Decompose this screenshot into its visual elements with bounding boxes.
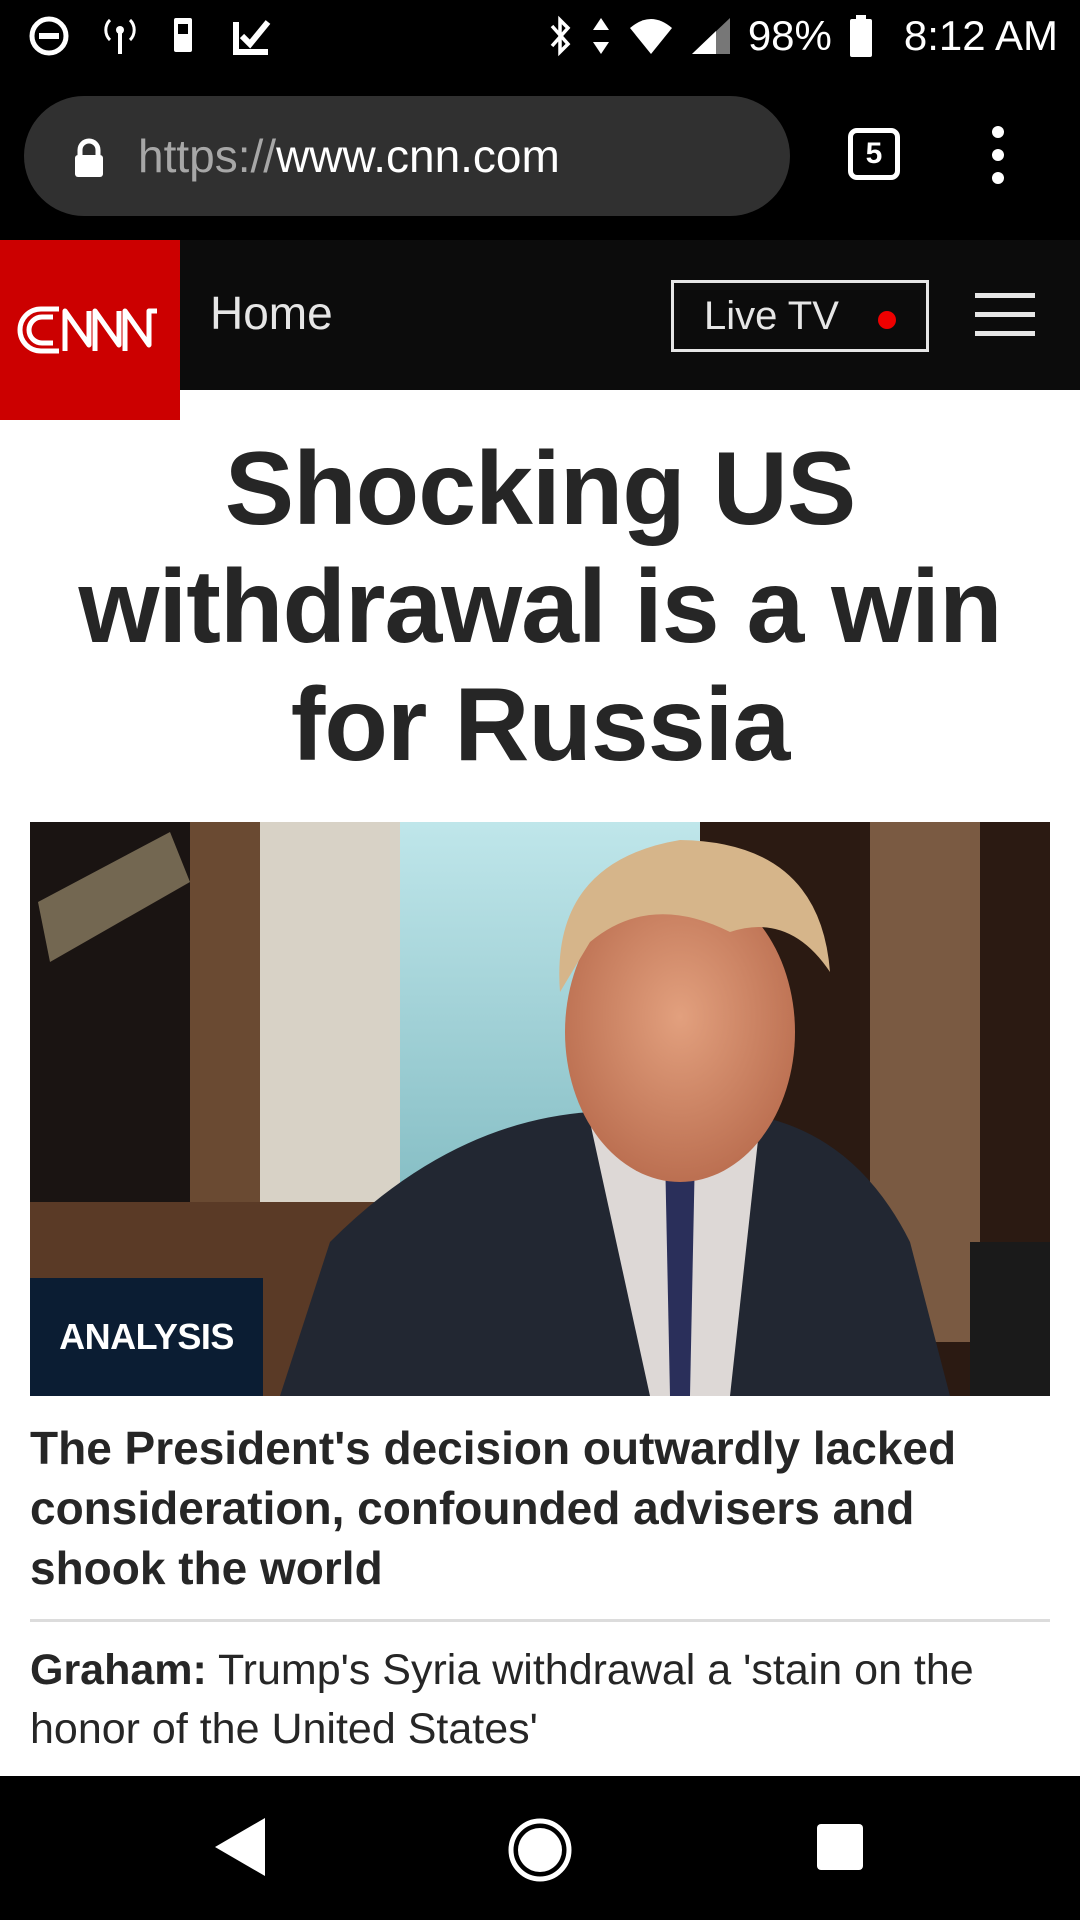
- cnn-logo[interactable]: [0, 240, 180, 420]
- lock-icon: [72, 138, 106, 183]
- address-bar[interactable]: https://www.cnn.com: [24, 96, 790, 216]
- sim-icon: [170, 16, 200, 56]
- related-story-link[interactable]: Graham: Trump's Syria withdrawal a 'stai…: [30, 1641, 1040, 1759]
- url-host: www.cnn.com: [276, 130, 560, 182]
- hamburger-menu-icon[interactable]: [975, 293, 1035, 337]
- analysis-badge: ANALYSIS: [30, 1278, 263, 1396]
- live-tv-label: Live TV: [704, 293, 839, 338]
- url-scheme: https://: [138, 130, 277, 182]
- cnn-logo-icon: [17, 306, 157, 354]
- divider: [30, 1619, 1050, 1622]
- battery-level: 98%: [747, 12, 832, 59]
- browser-toolbar: https://www.cnn.com 5: [0, 72, 1080, 240]
- overflow-menu-icon[interactable]: [986, 126, 1010, 186]
- recents-icon[interactable]: [817, 1824, 863, 1870]
- section-title[interactable]: Home: [210, 286, 333, 340]
- home-icon[interactable]: [506, 1816, 574, 1889]
- tab-count: 5: [865, 137, 883, 170]
- live-indicator-icon: [878, 311, 896, 329]
- related-label: Graham:: [30, 1646, 207, 1694]
- clock: 8:12 AM: [903, 12, 1058, 59]
- article-headline[interactable]: Shocking US withdrawal is a win for Russ…: [30, 430, 1050, 784]
- live-tv-button[interactable]: Live TV: [671, 280, 929, 352]
- wifi-icon: [628, 16, 674, 56]
- tab-switcher-button[interactable]: 5: [848, 128, 900, 180]
- checklist-icon: [232, 16, 272, 56]
- back-icon[interactable]: [213, 1816, 267, 1883]
- article-subheadline[interactable]: The President's decision outwardly lacke…: [30, 1418, 1040, 1598]
- do-not-disturb-icon: [28, 15, 70, 57]
- signal-icon: [690, 16, 732, 56]
- bluetooth-icon: [548, 14, 574, 58]
- status-bar: 98% 8:12 AM: [0, 0, 1080, 72]
- system-nav-bar: [0, 1776, 1080, 1920]
- data-arrows-icon: [590, 16, 612, 56]
- hotspot-icon: [102, 16, 138, 56]
- site-header: Home Live TV: [0, 240, 1080, 420]
- battery-icon: [848, 14, 874, 58]
- url-text[interactable]: https://www.cnn.com: [138, 124, 560, 188]
